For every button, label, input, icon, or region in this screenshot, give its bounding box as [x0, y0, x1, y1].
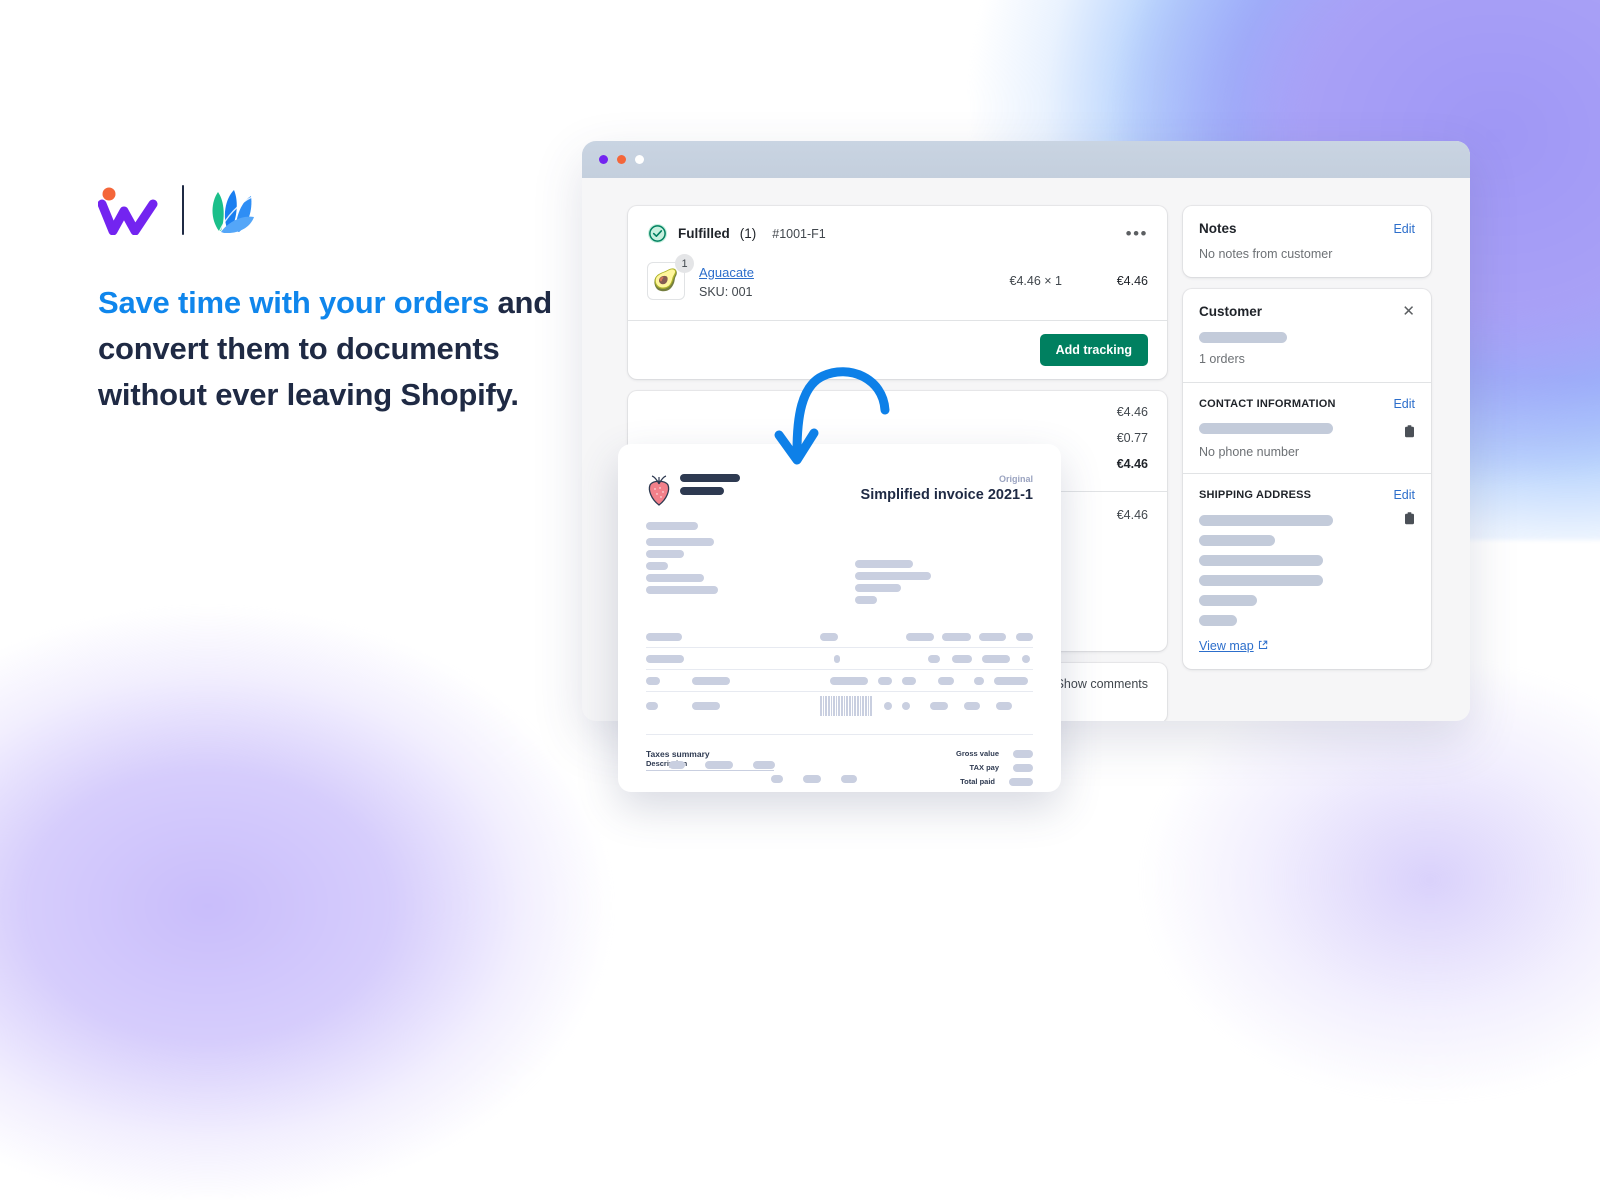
workflow-w-logo: [97, 187, 160, 236]
notes-empty-text: No notes from customer: [1199, 247, 1333, 261]
strawberry-logo: [646, 474, 672, 506]
table-row: [646, 648, 1033, 670]
contact-header: CONTACT INFORMATION Edit: [1199, 397, 1415, 411]
fulfillment-id: #1001-F1: [772, 226, 826, 241]
shipping-edit-link[interactable]: Edit: [1393, 488, 1415, 502]
invoice-title-block: Original Simplified invoice 2021-1: [861, 474, 1033, 503]
summary-price-2: €4.46: [1116, 457, 1148, 471]
shipping-line-placeholder: [1199, 555, 1323, 566]
logo-divider: [182, 185, 184, 235]
product-name-link[interactable]: Aguacate: [699, 265, 754, 280]
customer-title: Customer: [1199, 304, 1263, 319]
window-dot-close[interactable]: [599, 155, 608, 164]
view-map-label: View map: [1199, 639, 1254, 653]
window-dot-maximize[interactable]: [635, 155, 644, 164]
invoice-preview-card: Original Simplified invoice 2021-1 Taxes…: [618, 444, 1061, 792]
order-sidebar: Notes Edit No notes from customer Custom…: [1183, 206, 1431, 721]
order-line-item: 🥑 1 Aguacate SKU: 001 €4.46 × 1 €4.46: [628, 254, 1167, 320]
notes-header: Notes Edit: [1183, 206, 1431, 247]
taxes-summary-label: Taxes summary: [646, 749, 710, 759]
logo-row: [97, 180, 568, 240]
invoice-parties: [646, 522, 1033, 604]
add-tracking-button[interactable]: Add tracking: [1039, 334, 1148, 366]
taxes-summary-block: Taxes summary Description: [646, 749, 857, 791]
contact-information-section: CONTACT INFORMATION Edit No phone number: [1183, 382, 1431, 473]
contact-email-placeholder: [1199, 423, 1333, 434]
shipping-address-section: SHIPPING ADDRESS Edit View map: [1183, 473, 1431, 669]
fulfillment-status: Fulfilled: [678, 226, 730, 241]
summary-price-list: €4.46 €0.77 €4.46: [1117, 405, 1148, 483]
headline-accent: Save time with your orders: [98, 285, 490, 320]
shipping-line-placeholder: [1199, 575, 1323, 586]
quantity-badge: 1: [675, 254, 694, 273]
product-thumbnail-wrapper: 🥑 1: [647, 254, 694, 300]
notes-body: No notes from customer: [1183, 247, 1431, 277]
shipping-label: SHIPPING ADDRESS: [1199, 489, 1312, 501]
more-options-icon[interactable]: •••: [1126, 225, 1148, 242]
invoice-line-table: [646, 626, 1033, 735]
background-gradient-bottom-left: [0, 500, 640, 1200]
clipboard-icon[interactable]: [1404, 512, 1415, 525]
invoice-company-placeholder: [680, 474, 740, 495]
browser-title-bar: [582, 141, 1470, 178]
line-item-total: €4.46: [1116, 274, 1148, 288]
table-row: [646, 626, 1033, 648]
customer-name-placeholder: [1199, 332, 1287, 343]
notes-card: Notes Edit No notes from customer: [1183, 206, 1431, 277]
total-paid-label: Total paid: [960, 777, 995, 786]
total-row: Gross value: [956, 749, 1033, 758]
show-comments-link[interactable]: Show comments: [1056, 677, 1148, 691]
contact-edit-link[interactable]: Edit: [1393, 397, 1415, 411]
invoice-footer: Taxes summary Description Gross value TA…: [646, 749, 1033, 791]
shipping-line-placeholder: [1199, 515, 1333, 526]
window-dot-minimize[interactable]: [617, 155, 626, 164]
paid-amount: €4.46: [1116, 508, 1148, 522]
table-row: [646, 670, 1033, 692]
contact-label: CONTACT INFORMATION: [1199, 398, 1336, 410]
invoice-table-rule: [646, 734, 1033, 735]
invoice-original-label: Original: [998, 474, 1033, 484]
shipping-line-placeholder: [1199, 595, 1257, 606]
notes-edit-link[interactable]: Edit: [1393, 222, 1415, 236]
customer-body: 1 orders: [1183, 332, 1431, 382]
fulfillment-count: (1): [739, 226, 757, 241]
summary-price-0: €4.46: [1116, 405, 1148, 419]
customer-header: Customer ✕: [1183, 289, 1431, 330]
notes-title: Notes: [1199, 221, 1237, 236]
external-link-icon: [1258, 639, 1268, 653]
contact-no-phone: No phone number: [1199, 445, 1300, 459]
line-item-unit-price: €4.46 × 1: [1009, 274, 1062, 288]
tax-pay-label: TAX pay: [969, 763, 999, 772]
close-icon[interactable]: ✕: [1402, 304, 1415, 319]
invoice-totals: Gross value TAX pay Total paid: [956, 749, 1033, 791]
fulfillment-footer: Add tracking: [628, 320, 1167, 379]
line-item-info: Aguacate SKU: 001: [699, 264, 952, 299]
clipboard-icon[interactable]: [1404, 425, 1415, 438]
shipping-line-placeholder: [1199, 535, 1275, 546]
customer-orders-count: 1 orders: [1199, 352, 1245, 366]
shipping-header: SHIPPING ADDRESS Edit: [1199, 488, 1415, 502]
view-map-link[interactable]: View map: [1199, 639, 1268, 653]
page-title: Save time with your orders and convert t…: [98, 280, 568, 418]
invoice-header: Original Simplified invoice 2021-1: [646, 474, 1033, 506]
marketing-panel: Save time with your orders and convert t…: [97, 180, 568, 418]
invoice-title: Simplified invoice 2021-1: [860, 487, 1033, 503]
table-row: [646, 692, 1033, 720]
customer-card: Customer ✕ 1 orders CONTACT INFORMATION …: [1183, 289, 1431, 669]
shipping-line-placeholder: [1199, 615, 1237, 626]
gross-value-label: Gross value: [956, 749, 999, 758]
total-row: Total paid: [956, 777, 1033, 786]
summary-price-1: €0.77: [1116, 431, 1148, 445]
product-sku: SKU: 001: [699, 284, 753, 299]
petals-logo: [206, 187, 258, 234]
invoice-seller-placeholder: [646, 522, 825, 604]
total-row: TAX pay: [956, 763, 1033, 772]
check-circle-icon: [647, 223, 668, 244]
fulfillment-card: Fulfilled (1) #1001-F1 ••• 🥑 1 Aguacate …: [628, 206, 1167, 379]
fulfillment-header: Fulfilled (1) #1001-F1 •••: [628, 206, 1167, 258]
barcode: [820, 696, 872, 716]
invoice-buyer-placeholder: [854, 560, 1034, 604]
